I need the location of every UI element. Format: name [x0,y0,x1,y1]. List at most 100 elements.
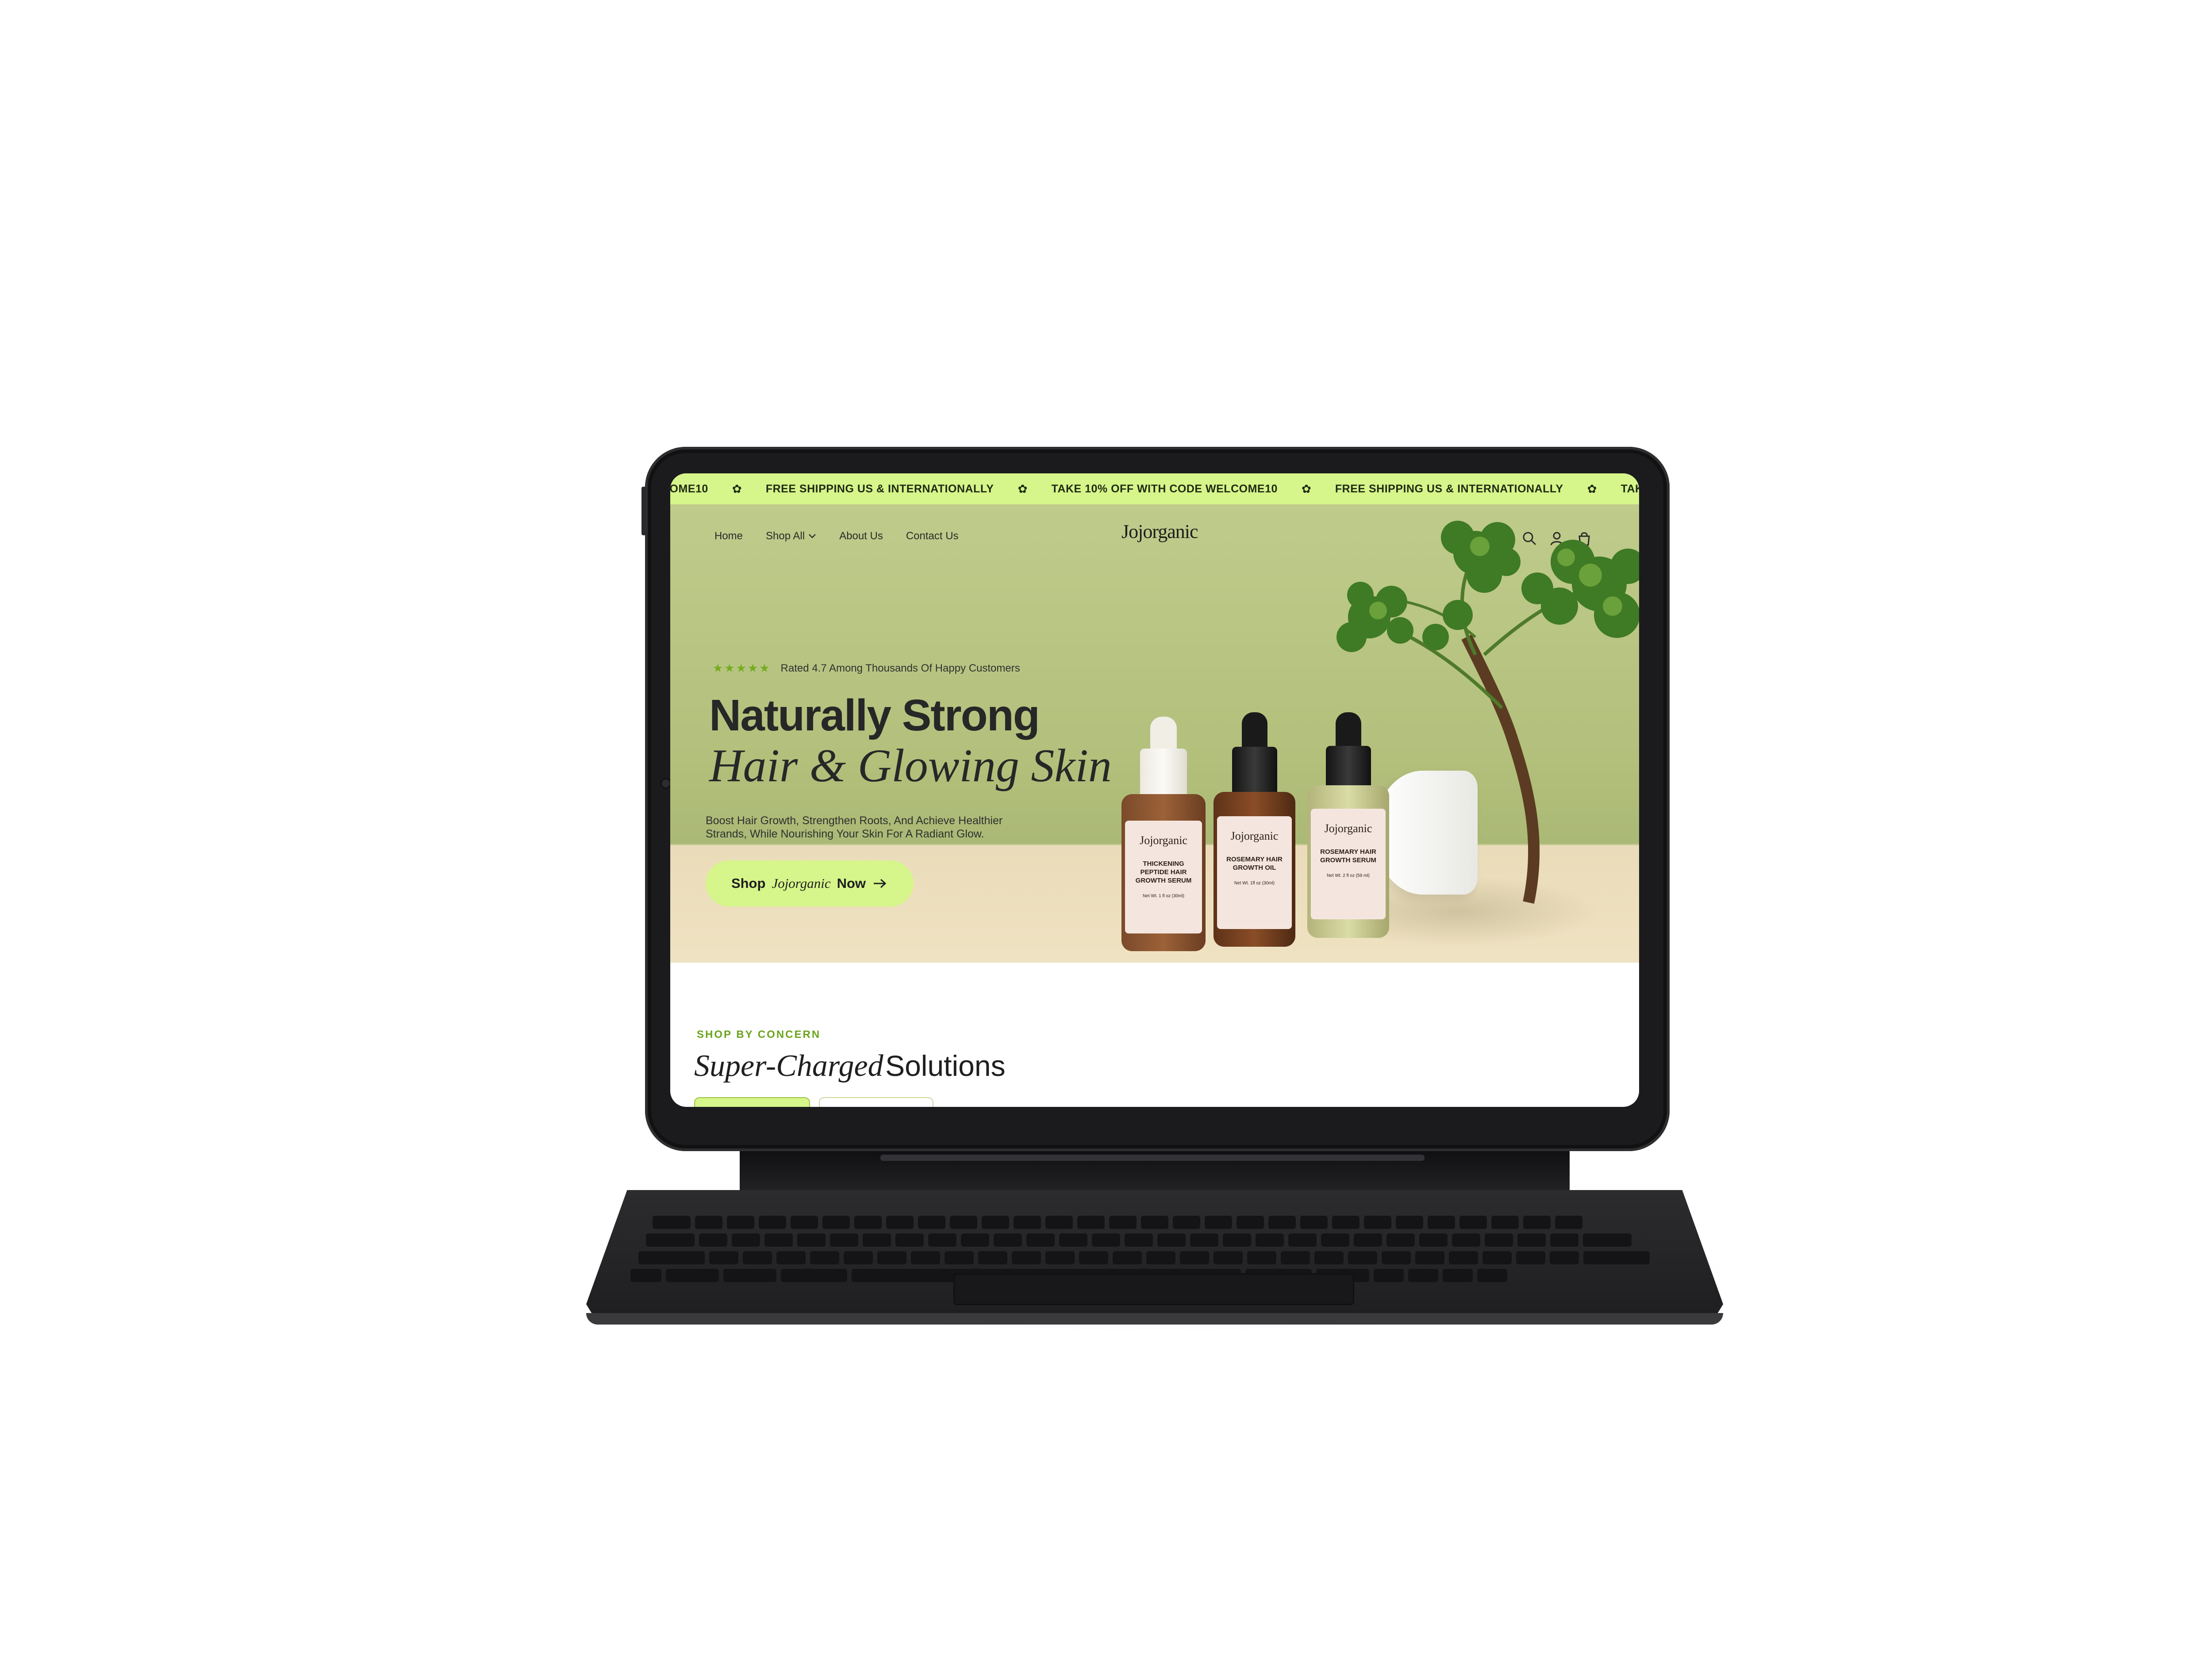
key [1125,1233,1153,1247]
key [1205,1216,1232,1229]
product-label: Jojorganic ROSEMARY HAIR GROWTH OIL Net … [1217,816,1292,929]
key [1555,1216,1582,1229]
section-title-italic: Super-Charged [694,1049,883,1083]
shop-now-button[interactable]: Shop Jojorganic Now [706,860,914,906]
key [1268,1216,1296,1229]
key [854,1216,882,1229]
key [945,1251,974,1264]
arrow-right-icon [874,879,887,888]
key [1550,1251,1579,1264]
key [1190,1233,1218,1247]
key [1045,1251,1075,1264]
product-bottle-rosemary-oil[interactable]: Jojorganic ROSEMARY HAIR GROWTH OIL Net … [1214,712,1295,963]
dropper-bulb [1242,712,1267,750]
dropper-collar [1232,747,1277,796]
sprout-icon: ✿ [1018,482,1028,495]
key [646,1233,695,1247]
key [781,1269,847,1282]
cta-suffix: Now [837,876,866,891]
product-bottle-rosemary-serum[interactable]: Jojorganic ROSEMARY HAIR GROWTH SERUM Ne… [1307,712,1389,960]
hero-headline-line1: Naturally Strong [709,691,1040,740]
key [1482,1251,1512,1264]
chevron-down-icon [809,534,816,538]
key [994,1233,1022,1247]
key [1396,1216,1423,1229]
sprout-icon: ✿ [1301,482,1311,495]
nav-contact-us[interactable]: Contact Us [906,530,959,542]
product-name: ROSEMARY HAIR GROWTH SERUM [1320,848,1376,864]
key [1256,1233,1284,1247]
key [1354,1233,1382,1247]
key [727,1216,754,1229]
key [1141,1216,1168,1229]
key [1247,1251,1276,1264]
key [1443,1269,1473,1282]
tablet-screen: COME10 ✿ FREE SHIPPING US & INTERNATIONA… [670,473,1639,1107]
announcement-item: FREE SHIPPING US & INTERNATIONALLY [1335,482,1563,495]
rating-text: Rated 4.7 Among Thousands Of Happy Custo… [780,662,1020,674]
key [1014,1216,1041,1229]
key [759,1216,786,1229]
key [877,1251,906,1264]
section-title: Super-Charged Solutions [694,1048,1006,1084]
dropper-collar [1326,746,1371,790]
nav-home[interactable]: Home [714,530,743,542]
key [1374,1269,1404,1282]
key [1550,1233,1578,1247]
key [743,1251,772,1264]
key [895,1233,924,1247]
key-row-2 [646,1233,1632,1247]
key [776,1251,806,1264]
key [1348,1251,1377,1264]
cta-prefix: Shop [731,876,766,891]
key [723,1269,776,1282]
keyboard-lip [586,1313,1723,1325]
key [1173,1216,1200,1229]
key [1452,1233,1480,1247]
sprout-icon: ✿ [1587,482,1597,495]
key [764,1233,793,1247]
key [666,1269,719,1282]
key [928,1233,956,1247]
white-round-box [1376,771,1478,895]
product-brand: Jojorganic [1230,830,1279,842]
product-size: Net Wt. 1 fl oz (30ml) [1143,894,1184,899]
key [1583,1251,1650,1264]
key [1300,1216,1328,1229]
key [911,1251,940,1264]
key [1059,1233,1087,1247]
key [1523,1216,1551,1229]
key [732,1233,760,1247]
key [1012,1251,1041,1264]
trackpad[interactable] [953,1273,1354,1305]
key [1146,1251,1175,1264]
key [1109,1216,1137,1229]
key [1386,1233,1415,1247]
product-brand: Jojorganic [1140,834,1187,847]
key [1364,1216,1391,1229]
key [1077,1216,1105,1229]
announcement-item: COME10 [670,482,708,495]
key [1485,1233,1513,1247]
key [1491,1216,1519,1229]
key [1223,1233,1251,1247]
key [1332,1216,1359,1229]
key [797,1233,826,1247]
dropper-collar [1140,749,1187,799]
tab-hair-concerns[interactable]: Hair Concerns [694,1097,810,1107]
key [1045,1216,1073,1229]
nav-shop-all[interactable]: Shop All [766,530,816,542]
product-label: Jojorganic ROSEMARY HAIR GROWTH SERUM Ne… [1311,809,1386,919]
key [1180,1251,1209,1264]
brand-logo[interactable]: Jojorganic [1121,520,1198,543]
key [1157,1233,1186,1247]
key [1428,1216,1455,1229]
key [982,1216,1009,1229]
front-camera [662,780,670,787]
key [1382,1251,1411,1264]
product-brand: Jojorganic [1324,822,1372,835]
nav-about-us[interactable]: About Us [839,530,883,542]
key [886,1216,914,1229]
tab-skin-concerns[interactable]: Skin Concerns [819,1097,933,1107]
product-bottle-peptide-serum[interactable]: Jojorganic THICKENING PEPTIDE HAIR GROWT… [1121,717,1206,963]
